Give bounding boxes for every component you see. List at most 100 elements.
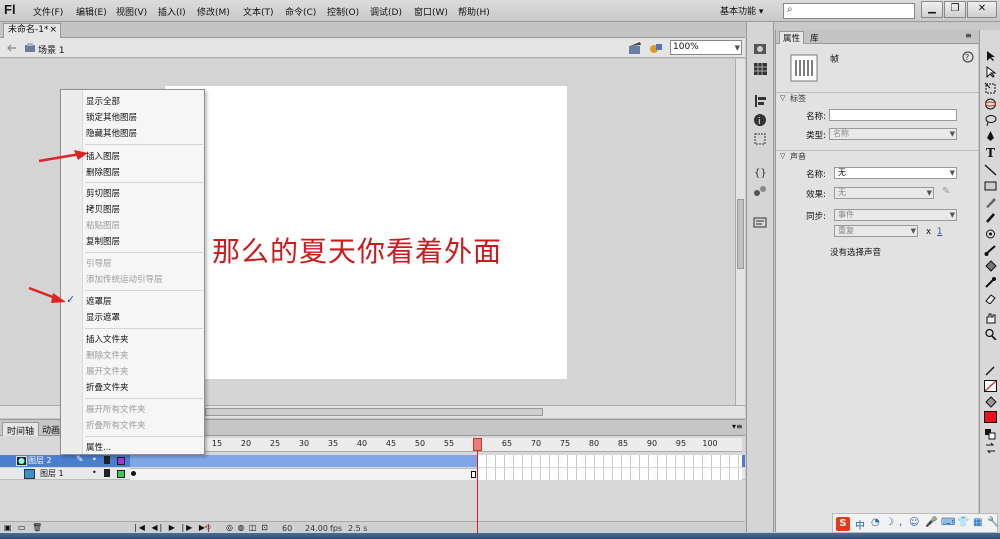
edit-symbols-icon[interactable] [648,41,665,55]
loop-icon[interactable]: ⟲ [204,523,211,532]
bone-tool-icon[interactable] [984,244,997,256]
menu-commands[interactable]: 命令(C) [285,5,316,18]
menu-debug[interactable]: 调试(D) [370,5,402,18]
outline-color-swatch[interactable] [117,470,125,478]
sound-effect-select[interactable]: 无 ▼ [834,187,934,199]
label-name-input[interactable] [829,109,957,121]
menu-file[interactable]: 文件(F) [33,5,63,18]
restore-button[interactable]: ❐ [944,1,966,18]
onion-skin-icons[interactable]: ◎ ◍ ◫ ⊡ [226,523,269,532]
align-icon[interactable] [753,94,769,108]
menu-item-duplicate-layer[interactable]: 复制图层 [86,235,120,247]
zoom-select[interactable]: 100% ▼ [670,40,742,55]
fill-color-swatch[interactable] [984,411,997,423]
line-tool-icon[interactable] [984,164,997,176]
punctuation-icon[interactable]: ◔ [871,517,880,528]
wrench-icon[interactable]: 🔧 [987,517,999,528]
empty-frames[interactable] [478,468,742,480]
close-window-button[interactable]: ✕ [967,1,997,18]
panel-menu-icon[interactable]: ▾≡ [732,422,743,431]
close-tab-icon[interactable]: × [49,24,57,37]
swap-colors-icon[interactable] [984,442,997,454]
components-icon[interactable] [753,184,769,198]
back-arrow-icon[interactable] [6,43,18,53]
black-white-icon[interactable] [984,428,997,440]
search-input[interactable]: ⌕ [783,3,915,19]
eyedropper-tool-icon[interactable] [984,276,997,288]
transform-icon[interactable] [753,132,769,146]
apps-icon[interactable]: ▦ [973,517,982,528]
3d-rotation-tool-icon[interactable] [984,98,997,110]
menu-view[interactable]: 视图(V) [116,5,147,18]
deco-tool-icon[interactable] [984,228,997,240]
menu-help[interactable]: 帮助(H) [458,5,490,18]
empty-frames[interactable] [478,455,742,467]
lock-icon[interactable] [104,456,110,464]
repeat-times-value[interactable]: 1 [937,227,942,237]
keyboard-icon[interactable]: ⌨ [941,517,955,528]
delete-layer-icon[interactable]: 🗑 [32,523,42,532]
menu-item-cut-layer[interactable]: 剪切图层 [86,187,120,199]
scene-breadcrumb[interactable]: 场景 1 [38,43,65,56]
menu-item-insert-folder[interactable]: 插入文件夹 [86,333,129,345]
menu-modify[interactable]: 修改(M) [197,5,230,18]
layer-row-layer-1[interactable]: 图层 1 • [0,468,745,480]
menu-item-properties[interactable]: 属性... [86,441,111,453]
pencil-tool-icon[interactable] [984,196,997,208]
info-icon[interactable]: i [753,113,769,127]
symbol-icon[interactable]: , [899,517,902,528]
frame-ruler[interactable]: 15 20 25 30 35 40 45 50 55 60 65 70 75 8… [130,438,742,452]
color-panel-icon[interactable] [753,42,769,56]
menu-insert[interactable]: 插入(I) [158,5,186,18]
menu-item-lock-others[interactable]: 锁定其他图层 [86,111,137,123]
menu-item-insert-layer[interactable]: 插入图层 [86,150,120,162]
document-tab[interactable]: 未命名-1* × [3,23,61,38]
playback-controls[interactable]: |◀ ◀| ▶ |▶ ▶| [134,523,212,532]
menu-item-hide-others[interactable]: 隐藏其他图层 [86,127,137,139]
menu-item-copy-layer[interactable]: 拷贝图层 [86,203,120,215]
sogou-logo-icon[interactable]: S [836,517,850,531]
code-snippets-icon[interactable]: {} [753,165,769,179]
ime-mode-label[interactable]: 中 [855,517,865,532]
frame-rate[interactable]: 24.00 [305,524,328,533]
menu-text[interactable]: 文本(T) [243,5,274,18]
menu-item-show-all[interactable]: 显示全部 [86,95,120,107]
edit-scene-icon[interactable] [628,41,643,55]
fill-color-icon[interactable] [984,396,997,408]
brush-tool-icon[interactable] [984,212,997,224]
free-transform-tool-icon[interactable] [984,82,997,94]
minimize-button[interactable]: ▁ [921,1,943,18]
outline-color-swatch[interactable] [117,457,125,465]
panel-menu-icon[interactable]: ≡ [965,31,972,40]
layer-2-frames[interactable] [130,455,478,467]
playhead[interactable] [473,438,482,451]
section-label[interactable]: ▽ 标签 [776,92,979,104]
moon-icon[interactable]: ☽ [885,517,894,528]
emoji-icon[interactable]: ☺ [909,517,919,528]
menu-item-delete-layer[interactable]: 删除图层 [86,166,120,178]
tab-timeline[interactable]: 时间轴 [2,422,40,437]
menu-edit[interactable]: 编辑(E) [76,5,107,18]
stage-vertical-scrollbar[interactable] [735,59,745,405]
workspace-switcher[interactable]: 基本功能 ▾ [720,4,763,17]
rectangle-tool-icon[interactable] [984,180,997,192]
eraser-tool-icon[interactable] [984,292,997,304]
edit-envelope-icon[interactable]: ✎ [942,186,950,197]
lock-icon[interactable] [104,469,110,477]
menu-item-show-masking[interactable]: 显示遮罩 [86,311,120,323]
playhead-line[interactable] [477,438,478,534]
menu-item-mask[interactable]: 遮罩层 [86,295,112,307]
visibility-dot[interactable]: • [92,468,97,477]
layer-row-layer-2[interactable]: 图层 2 ✎ • [0,455,745,467]
selection-tool-icon[interactable] [984,50,997,62]
text-tool-icon[interactable]: T [984,146,997,158]
menu-item-collapse-folder[interactable]: 折叠文件夹 [86,381,129,393]
movie-explorer-icon[interactable] [753,216,769,230]
tab-properties[interactable]: 属性 [779,31,805,44]
label-type-select[interactable]: 名称 ▼ [829,128,957,140]
stage-text[interactable]: 那么的夏天你看着外面 [212,230,502,270]
microphone-icon[interactable]: 🎤 [925,517,937,528]
stroke-color-icon[interactable] [984,364,997,376]
subselection-tool-icon[interactable] [984,66,997,78]
lasso-tool-icon[interactable] [984,114,997,126]
